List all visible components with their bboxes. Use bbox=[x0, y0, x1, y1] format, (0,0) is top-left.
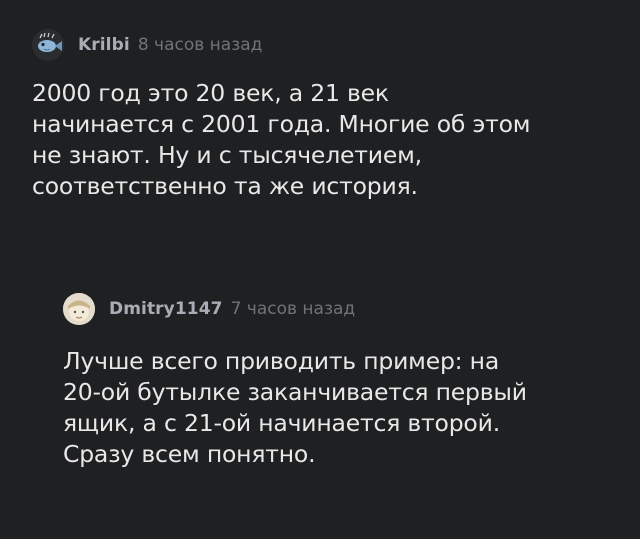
comment-timestamp: 8 часов назад bbox=[137, 35, 263, 55]
reply-timestamp: 7 часов назад bbox=[230, 299, 356, 319]
comment: Krilbi 8 часов назад 2000 год это 20 век… bbox=[32, 28, 622, 202]
reply-username[interactable]: Dmitry1147 bbox=[109, 299, 223, 319]
reply-text: Лучше всего приводить пример: на 20-ой б… bbox=[63, 347, 527, 468]
fish-avatar-icon[interactable] bbox=[32, 29, 64, 61]
reply-comment: Dmitry1147 7 часов назад Лучше всего при… bbox=[63, 292, 623, 470]
reply-header: Dmitry1147 7 часов назад bbox=[63, 292, 623, 326]
comment-header: Krilbi 8 часов назад bbox=[32, 28, 622, 62]
face-avatar-icon[interactable] bbox=[63, 293, 95, 325]
comment-username[interactable]: Krilbi bbox=[78, 35, 130, 55]
comment-text: 2000 год это 20 век, а 21 век начинается… bbox=[32, 79, 531, 200]
